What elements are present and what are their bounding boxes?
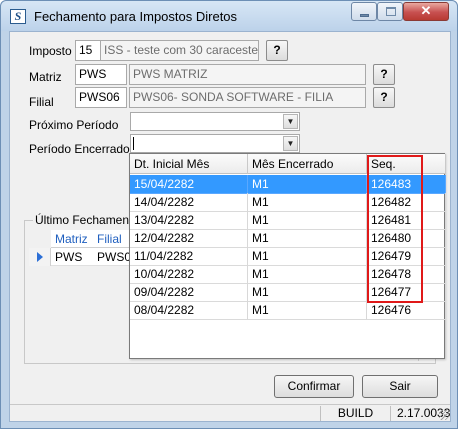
minimize-icon xyxy=(360,14,369,17)
dropdown-cell-date[interactable]: 09/04/2282 xyxy=(130,283,248,302)
column-header-filial[interactable]: Filial xyxy=(93,230,133,248)
column-header-matriz[interactable]: Matriz xyxy=(51,230,93,248)
column-header-mes-encerrado[interactable]: Mês Encerrado xyxy=(248,154,367,174)
dropdown-row[interactable]: 11/04/2282 M1 126479 xyxy=(130,247,446,266)
dropdown-row[interactable]: 15/04/2282 M1 126483 xyxy=(130,175,446,194)
dropdown-cell-month[interactable]: M1 xyxy=(248,175,367,194)
dropdown-cell-seq[interactable]: 126479 xyxy=(367,247,446,266)
dropdown-row[interactable]: 12/04/2282 M1 126480 xyxy=(130,229,446,248)
dropdown-cell-month[interactable]: M1 xyxy=(248,247,367,266)
build-label: BUILD xyxy=(320,406,390,421)
dropdown-cell-date[interactable]: 12/04/2282 xyxy=(130,229,248,248)
dropdown-cell-month[interactable]: M1 xyxy=(248,283,367,302)
title-bar[interactable]: S Fechamento para Impostos Diretos ✕ xyxy=(1,1,457,31)
matriz-description-field: PWS MATRIZ xyxy=(129,64,366,85)
dropdown-cell-date[interactable]: 11/04/2282 xyxy=(130,247,248,266)
maximize-button[interactable] xyxy=(377,2,403,21)
matriz-lookup-button[interactable]: ? xyxy=(373,64,395,85)
text-caret xyxy=(133,137,134,150)
dropdown-cell-seq[interactable]: 126478 xyxy=(367,265,446,284)
dropdown-cell-month[interactable]: M1 xyxy=(248,193,367,212)
chevron-down-icon[interactable]: ▼ xyxy=(283,114,298,129)
dropdown-cell-month[interactable]: M1 xyxy=(248,211,367,230)
dropdown-cell-date[interactable]: 14/04/2282 xyxy=(130,193,248,212)
dropdown-cell-seq[interactable]: 126481 xyxy=(367,211,446,230)
dropdown-cell-seq[interactable]: 126482 xyxy=(367,193,446,212)
resize-grip-icon[interactable] xyxy=(439,410,449,420)
matriz-code-field[interactable]: PWS xyxy=(75,64,127,85)
imposto-description-field: ISS - teste com 30 caracestes xyxy=(100,40,259,61)
dropdown-cell-seq[interactable]: 126476 xyxy=(367,301,446,320)
close-button[interactable]: ✕ xyxy=(403,2,449,21)
app-icon: S xyxy=(10,9,26,24)
proximo-periodo-label: Próximo Período xyxy=(29,118,119,132)
confirmar-button[interactable]: Confirmar xyxy=(274,375,354,398)
dropdown-cell-date[interactable]: 10/04/2282 xyxy=(130,265,248,284)
dropdown-cell-seq[interactable]: 126480 xyxy=(367,229,446,248)
dropdown-row[interactable]: 10/04/2282 M1 126478 xyxy=(130,265,446,284)
table-cell-filial[interactable]: PWS0 xyxy=(93,248,133,266)
proximo-periodo-select[interactable]: ▼ xyxy=(130,112,300,131)
matriz-label: Matriz xyxy=(29,70,62,84)
row-indicator-icon xyxy=(29,248,51,266)
column-header-seq[interactable]: Seq. xyxy=(367,154,446,174)
dropdown-cell-seq[interactable]: 126477 xyxy=(367,283,446,302)
window-title: Fechamento para Impostos Diretos xyxy=(34,9,238,24)
dropdown-row[interactable]: 13/04/2282 M1 126481 xyxy=(130,211,446,230)
column-header-dt-inicial[interactable]: Dt. Inicial Mês xyxy=(130,154,248,174)
periodo-encerrado-label: Período Encerrado xyxy=(29,142,130,156)
filial-lookup-button[interactable]: ? xyxy=(373,87,395,108)
status-bar: BUILD 2.17.0033 xyxy=(10,404,450,421)
close-icon: ✕ xyxy=(420,3,432,18)
main-window: S Fechamento para Impostos Diretos ✕ Imp… xyxy=(0,0,458,429)
dropdown-cell-month[interactable]: M1 xyxy=(248,229,367,248)
chevron-down-icon[interactable]: ▼ xyxy=(283,136,298,151)
dropdown-cell-date[interactable]: 08/04/2282 xyxy=(130,301,248,320)
dropdown-row[interactable]: 09/04/2282 M1 126477 xyxy=(130,283,446,302)
filial-label: Filial xyxy=(29,95,54,109)
maximize-icon xyxy=(386,7,396,16)
dropdown-cell-date[interactable]: 13/04/2282 xyxy=(130,211,248,230)
imposto-label: Imposto xyxy=(29,44,72,58)
dropdown-cell-month[interactable]: M1 xyxy=(248,265,367,284)
table-cell-matriz[interactable]: PWS xyxy=(51,248,93,266)
imposto-lookup-button[interactable]: ? xyxy=(266,40,288,61)
dropdown-cell-month[interactable]: M1 xyxy=(248,301,367,320)
sair-button[interactable]: Sair xyxy=(362,375,438,398)
imposto-code-field[interactable]: 15 xyxy=(75,40,101,61)
dropdown-cell-seq[interactable]: 126483 xyxy=(367,175,446,194)
periodo-encerrado-dropdown[interactable]: Dt. Inicial Mês Mês Encerrado Seq. 15/04… xyxy=(129,153,446,359)
minimize-button[interactable] xyxy=(351,2,377,21)
filial-description-field: PWS06- SONDA SOFTWARE - FILIA xyxy=(129,87,366,108)
dropdown-row[interactable]: 14/04/2282 M1 126482 xyxy=(130,193,446,212)
ultimo-fechamento-title: Último Fechamento xyxy=(33,213,142,227)
dropdown-cell-date[interactable]: 15/04/2282 xyxy=(130,175,248,194)
filial-code-field[interactable]: PWS06 xyxy=(75,87,127,108)
dropdown-row[interactable]: 08/04/2282 M1 126476 xyxy=(130,301,446,320)
periodo-encerrado-select[interactable]: ▼ xyxy=(130,134,300,153)
